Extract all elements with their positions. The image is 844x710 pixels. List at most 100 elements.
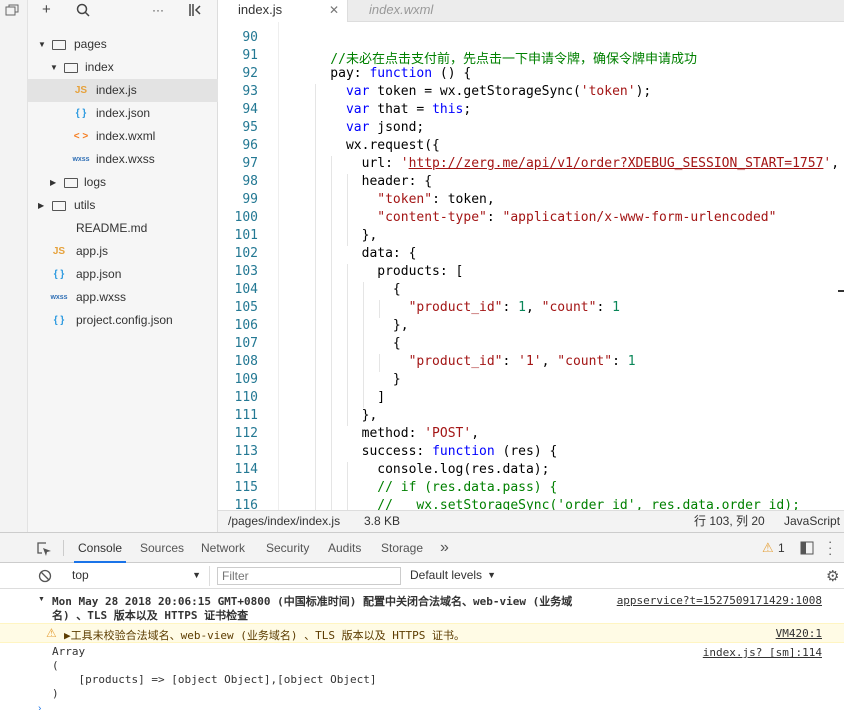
line-number: 107	[234, 336, 258, 351]
code-token: function	[369, 66, 433, 81]
tree-file[interactable]: JS index.js	[28, 79, 218, 102]
more-tabs-icon[interactable]: »	[440, 533, 449, 563]
code-token: ,	[831, 156, 840, 171]
code-token: token = wx.getStorageSync(	[369, 84, 581, 99]
language-mode[interactable]: JavaScript	[784, 511, 840, 532]
code-line: data: {	[299, 246, 417, 261]
tree-file[interactable]: { } index.json	[28, 102, 218, 125]
line-number: 95	[242, 120, 258, 135]
folder-open-icon	[64, 63, 78, 73]
line-number: 100	[234, 210, 258, 225]
context-selector[interactable]: top ▼	[66, 566, 210, 586]
tree-folder[interactable]: ▼ pages	[28, 33, 218, 56]
indent-guide	[379, 300, 380, 318]
code-line: ]	[299, 390, 385, 405]
tab-network[interactable]: Network	[201, 533, 245, 563]
more-options-icon[interactable]: ···	[152, 0, 164, 20]
log-line: [products] => [object Object],[object Ob…	[52, 673, 377, 686]
tree-file[interactable]: README.md	[28, 217, 218, 240]
indent-guide	[347, 264, 348, 426]
code-token: ,	[471, 426, 480, 441]
code-token: :	[486, 210, 503, 225]
log-source-link[interactable]: index.js? [sm]:114	[703, 646, 822, 659]
tree-file[interactable]: { } project.config.json	[28, 309, 218, 332]
line-number: 90	[242, 30, 258, 45]
line-number: 102	[234, 246, 258, 261]
chevron-right-icon[interactable]: ▶	[50, 171, 56, 194]
restore-window-icon[interactable]	[5, 4, 21, 18]
code-token: "application/x-www-form-urlencoded"	[502, 210, 777, 225]
tree-folder[interactable]: ▼ index	[28, 56, 218, 79]
info-source-link[interactable]: appservice?t=1527509171429:1008	[617, 594, 822, 607]
code-token: ;	[463, 102, 472, 117]
tree-file[interactable]: JS app.js	[28, 240, 218, 263]
tree-file[interactable]: { } app.json	[28, 263, 218, 286]
json-file-icon: { }	[75, 108, 87, 119]
console-settings-icon[interactable]: ⚙	[826, 567, 839, 585]
collapse-arrow-icon[interactable]: ▼	[38, 596, 45, 603]
chevron-down-icon[interactable]: ▼	[50, 56, 58, 79]
code-token: :	[502, 300, 519, 315]
indent-guide	[315, 84, 316, 510]
activity-strip	[0, 0, 28, 532]
wxss-file-icon: wxss	[72, 156, 90, 163]
indent-guide	[379, 354, 380, 372]
code-token: var	[345, 102, 370, 117]
code-token[interactable]: http://zerg.me/api/v1/order?XDEBUG_SESSI…	[409, 156, 824, 171]
close-tab-icon[interactable]: ✕	[329, 0, 339, 20]
devtools-menu-icon[interactable]: · · ·	[828, 535, 832, 560]
console-filter-input[interactable]	[217, 567, 401, 585]
code-line: method: 'POST',	[299, 426, 479, 441]
warning-source-link[interactable]: VM420:1	[776, 627, 822, 640]
code-token: },	[299, 408, 378, 423]
tab-storage[interactable]: Storage	[381, 533, 423, 563]
tab-audits[interactable]: Audits	[328, 533, 361, 563]
tab-index-wxml[interactable]: index.wxml	[349, 0, 469, 22]
wxss-file-icon: wxss	[50, 294, 68, 301]
line-number: 103	[234, 264, 258, 279]
folder-icon	[52, 201, 66, 211]
line-number: 91	[242, 48, 258, 63]
console-info-message: ▼ Mon May 28 2018 20:06:15 GMT+0800 (中国标…	[0, 593, 844, 623]
warning-text[interactable]: ▶工具未校验合法域名、web-view (业务域名) 、TLS 版本以及 HTT…	[64, 627, 465, 643]
warning-icon: ⚠	[46, 626, 57, 640]
log-line: (	[52, 659, 59, 672]
code-token: 1	[612, 300, 620, 315]
warning-count[interactable]: 1	[778, 541, 785, 555]
status-bar: /pages/index/index.js 3.8 KB 行 103, 列 20…	[218, 510, 844, 532]
tab-console[interactable]: Console	[74, 533, 127, 563]
tab-sources[interactable]: Sources	[140, 533, 184, 563]
console-prompt-icon[interactable]: ›	[38, 703, 41, 710]
tab-label: index.js	[238, 2, 283, 17]
code-token: () {	[432, 66, 472, 81]
tab-index-js[interactable]: index.js ✕	[218, 0, 348, 22]
search-icon[interactable]	[76, 0, 90, 23]
tree-file[interactable]: < > index.wxml	[28, 125, 218, 148]
tree-folder[interactable]: ▶ logs	[28, 171, 218, 194]
log-levels-select[interactable]: Default levels ▼	[410, 566, 500, 586]
code-line: "product_id": '1', "count": 1	[299, 354, 636, 369]
tree-file[interactable]: wxss index.wxss	[28, 148, 218, 171]
code-token: },	[299, 228, 378, 243]
line-number: 114	[234, 462, 258, 477]
add-file-icon[interactable]: +	[42, 0, 51, 20]
line-number: 99	[242, 192, 258, 207]
dock-side-icon[interactable]	[800, 541, 814, 558]
inspect-element-icon[interactable]	[36, 541, 52, 560]
tree-folder[interactable]: ▶ utils	[28, 194, 218, 217]
tree-file[interactable]: wxss app.wxss	[28, 286, 218, 309]
chevron-down-icon[interactable]: ▼	[38, 33, 46, 56]
chevron-right-icon[interactable]: ▶	[38, 194, 44, 217]
code-token: wx.request({	[299, 138, 440, 153]
cursor-position[interactable]: 行 103, 列 20	[694, 511, 765, 532]
code-token: "token"	[377, 192, 433, 207]
tree-item-label: utils	[74, 198, 96, 212]
tree-item-label: pages	[74, 37, 107, 51]
code-editor[interactable]: 90 91 //未必在点击支付前，先点击一下申请令牌，确保令牌申请成功 92 pay…	[218, 22, 844, 510]
clear-console-icon[interactable]	[38, 569, 52, 586]
collapse-panel-icon[interactable]	[188, 0, 204, 23]
tab-security[interactable]: Security	[266, 533, 309, 563]
